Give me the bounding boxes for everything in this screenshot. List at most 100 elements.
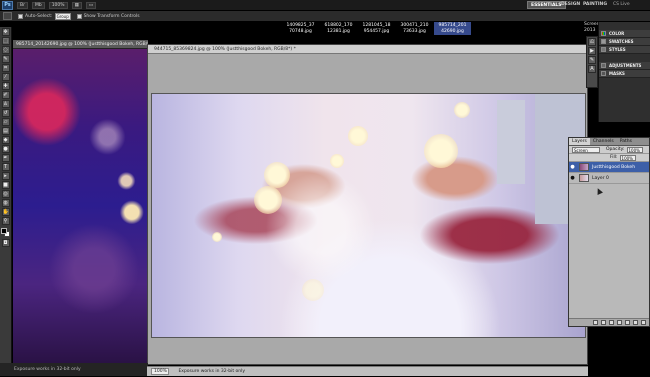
hand-tool-icon[interactable]: ✋ xyxy=(1,208,10,216)
status-bar-1: Exposure works in 32-bit only xyxy=(0,363,148,376)
character-panel-icon[interactable]: A xyxy=(588,65,596,73)
layer-thumbnail xyxy=(579,174,589,182)
gradient-tool-icon[interactable]: ▤ xyxy=(1,127,10,135)
bokeh-light xyxy=(348,126,368,146)
document-window-1[interactable]: 985714_20142690.jpg @ 100% (Justthisgood… xyxy=(13,40,148,363)
auto-select-dropdown[interactable]: Group xyxy=(54,12,71,20)
bokeh-light xyxy=(264,162,290,188)
visibility-eye-icon[interactable]: ● xyxy=(569,164,576,170)
file-thumbnail[interactable]: 1409825_37 70748.jpg xyxy=(282,22,319,35)
zoom-level-select[interactable]: 100% xyxy=(48,1,68,9)
cs-live-button[interactable]: CS Live xyxy=(613,1,630,9)
history-brush-tool-icon[interactable]: ↺ xyxy=(1,109,10,117)
document-canvas-2[interactable] xyxy=(151,93,586,338)
healing-brush-tool-icon[interactable]: ✚ xyxy=(1,82,10,90)
quick-mask-icon[interactable]: ◘ xyxy=(1,239,10,247)
document-window-2[interactable]: 944715_85369824.jpg @ 100% (Justthisgood… xyxy=(147,44,588,365)
zoom-tool-icon[interactable]: ⚲ xyxy=(1,217,10,225)
tools-panel: ✥ ⬚ ◌ ✎ ⌗ ⁄ ✚ ✐ ♙ ↺ ▱ ▤ ◆ ● ✒ T ▸ ■ ◎ ◍ … xyxy=(0,27,12,375)
workspace-painting[interactable]: PAINTING xyxy=(580,1,610,9)
status-bar-2: 100% Exposure works in 32-bit only xyxy=(147,366,588,376)
panel-adjustments[interactable]: ADJUSTMENTS xyxy=(599,62,650,70)
opacity-label: Opacity: xyxy=(606,147,625,152)
collapsed-panel-strip: ⎌ ▶ ✎ A xyxy=(586,36,598,88)
delete-layer-icon[interactable] xyxy=(641,320,646,325)
actions-panel-icon[interactable]: ▶ xyxy=(588,47,596,55)
clone-stamp-tool-icon[interactable]: ♙ xyxy=(1,100,10,108)
tab-paths[interactable]: Paths xyxy=(617,138,635,145)
file-thumbnail[interactable]: 618802_170 12381.jpg xyxy=(320,22,357,35)
minibridge-button[interactable]: Mb xyxy=(31,1,45,9)
status-info: Exposure works in 32-bit only xyxy=(178,369,246,374)
photoshop-logo: Ps xyxy=(2,0,13,10)
file-thumbnail-active[interactable]: 985714_201 42690.jpg xyxy=(434,22,471,35)
layers-panel: Layers Channels Paths Screen Opacity: 10… xyxy=(568,137,650,327)
styles-icon xyxy=(601,47,606,52)
color-swatches[interactable] xyxy=(0,228,11,238)
layers-panel-tabs: Layers Channels Paths xyxy=(569,138,649,146)
move-tool-preset-icon[interactable] xyxy=(3,12,12,20)
auto-select-checkbox[interactable] xyxy=(18,13,23,19)
brush-panel-icon[interactable]: ✎ xyxy=(588,56,596,64)
visibility-eye-icon[interactable]: ● xyxy=(569,175,576,181)
layer-name: Layer 0 xyxy=(592,175,609,181)
zoom-field[interactable]: 100% xyxy=(151,368,169,375)
file-thumbnail[interactable]: 300471_210 73633.jpg xyxy=(396,22,433,35)
add-mask-icon[interactable] xyxy=(609,320,614,325)
eyedropper-tool-icon[interactable]: ⁄ xyxy=(1,73,10,81)
document-tab-1[interactable]: 985714_20142690.jpg @ 100% (Justthisgood… xyxy=(13,40,148,49)
new-group-icon[interactable] xyxy=(625,320,630,325)
blur-tool-icon[interactable]: ◆ xyxy=(1,136,10,144)
3d-orbit-tool-icon[interactable]: ◍ xyxy=(1,199,10,207)
eraser-tool-icon[interactable]: ▱ xyxy=(1,118,10,126)
right-panel-dock: COLOR SWATCHES STYLES ADJUSTMENTS MASKS xyxy=(598,22,650,122)
opacity-field[interactable]: 100% xyxy=(626,146,643,153)
panel-color[interactable]: COLOR xyxy=(599,30,650,38)
layers-panel-footer xyxy=(569,318,649,326)
document-tab-2[interactable]: 944715_85369824.jpg @ 100% (Justthisgood… xyxy=(148,45,587,54)
type-tool-icon[interactable]: T xyxy=(1,163,10,171)
bridge-button[interactable]: Br xyxy=(17,1,28,9)
shape-tool-icon[interactable]: ■ xyxy=(1,181,10,189)
bokeh-light xyxy=(302,279,324,301)
swatches-icon xyxy=(601,39,606,44)
masks-icon xyxy=(601,71,606,76)
file-thumbnail[interactable]: 1281045_18 954457.jpg xyxy=(358,22,395,35)
link-layers-icon[interactable] xyxy=(593,320,598,325)
file-thumbnail-strip: 1409825_37 70748.jpg 618802_170 12381.jpg … xyxy=(282,22,472,35)
lock-fill-row: Fill: 100% xyxy=(569,154,649,162)
bokeh-light xyxy=(330,154,344,168)
lasso-tool-icon[interactable]: ◌ xyxy=(1,46,10,54)
dodge-tool-icon[interactable]: ● xyxy=(1,145,10,153)
panel-masks[interactable]: MASKS xyxy=(599,70,650,78)
color-icon xyxy=(601,31,606,36)
document-canvas-1[interactable] xyxy=(13,49,148,363)
show-transform-checkbox[interactable] xyxy=(76,13,82,19)
pen-tool-icon[interactable]: ✒ xyxy=(1,154,10,162)
foreground-color-swatch[interactable] xyxy=(0,228,7,234)
screen-mode-button[interactable]: ▭ xyxy=(85,1,97,9)
marquee-tool-icon[interactable]: ⬚ xyxy=(1,37,10,45)
arrange-documents-button[interactable]: ▦ xyxy=(71,1,82,9)
tab-channels[interactable]: Channels xyxy=(590,138,617,145)
3d-rotate-tool-icon[interactable]: ◎ xyxy=(1,190,10,198)
new-layer-icon[interactable] xyxy=(633,320,638,325)
fill-field[interactable]: 100% xyxy=(619,154,636,161)
layer-row[interactable]: ● Justthisgood Bokeh xyxy=(569,162,649,173)
move-tool-icon[interactable]: ✥ xyxy=(1,28,10,36)
adjustment-layer-icon[interactable] xyxy=(617,320,622,325)
layer-row[interactable]: ● Layer 0 xyxy=(569,173,649,184)
brush-tool-icon[interactable]: ✐ xyxy=(1,91,10,99)
panel-styles[interactable]: STYLES xyxy=(599,46,650,54)
tab-layers[interactable]: Layers xyxy=(569,138,590,145)
blend-mode-select[interactable]: Screen xyxy=(572,146,600,153)
show-transform-label: Show Transform Controls xyxy=(83,13,140,19)
layer-style-icon[interactable] xyxy=(601,320,606,325)
canvas-pasteboard[interactable] xyxy=(148,54,587,364)
panel-swatches[interactable]: SWATCHES xyxy=(599,38,650,46)
history-panel-icon[interactable]: ⎌ xyxy=(588,38,596,46)
bokeh-light xyxy=(454,102,470,118)
path-selection-tool-icon[interactable]: ▸ xyxy=(1,172,10,180)
crop-tool-icon[interactable]: ⌗ xyxy=(1,64,10,72)
quick-select-tool-icon[interactable]: ✎ xyxy=(1,55,10,63)
